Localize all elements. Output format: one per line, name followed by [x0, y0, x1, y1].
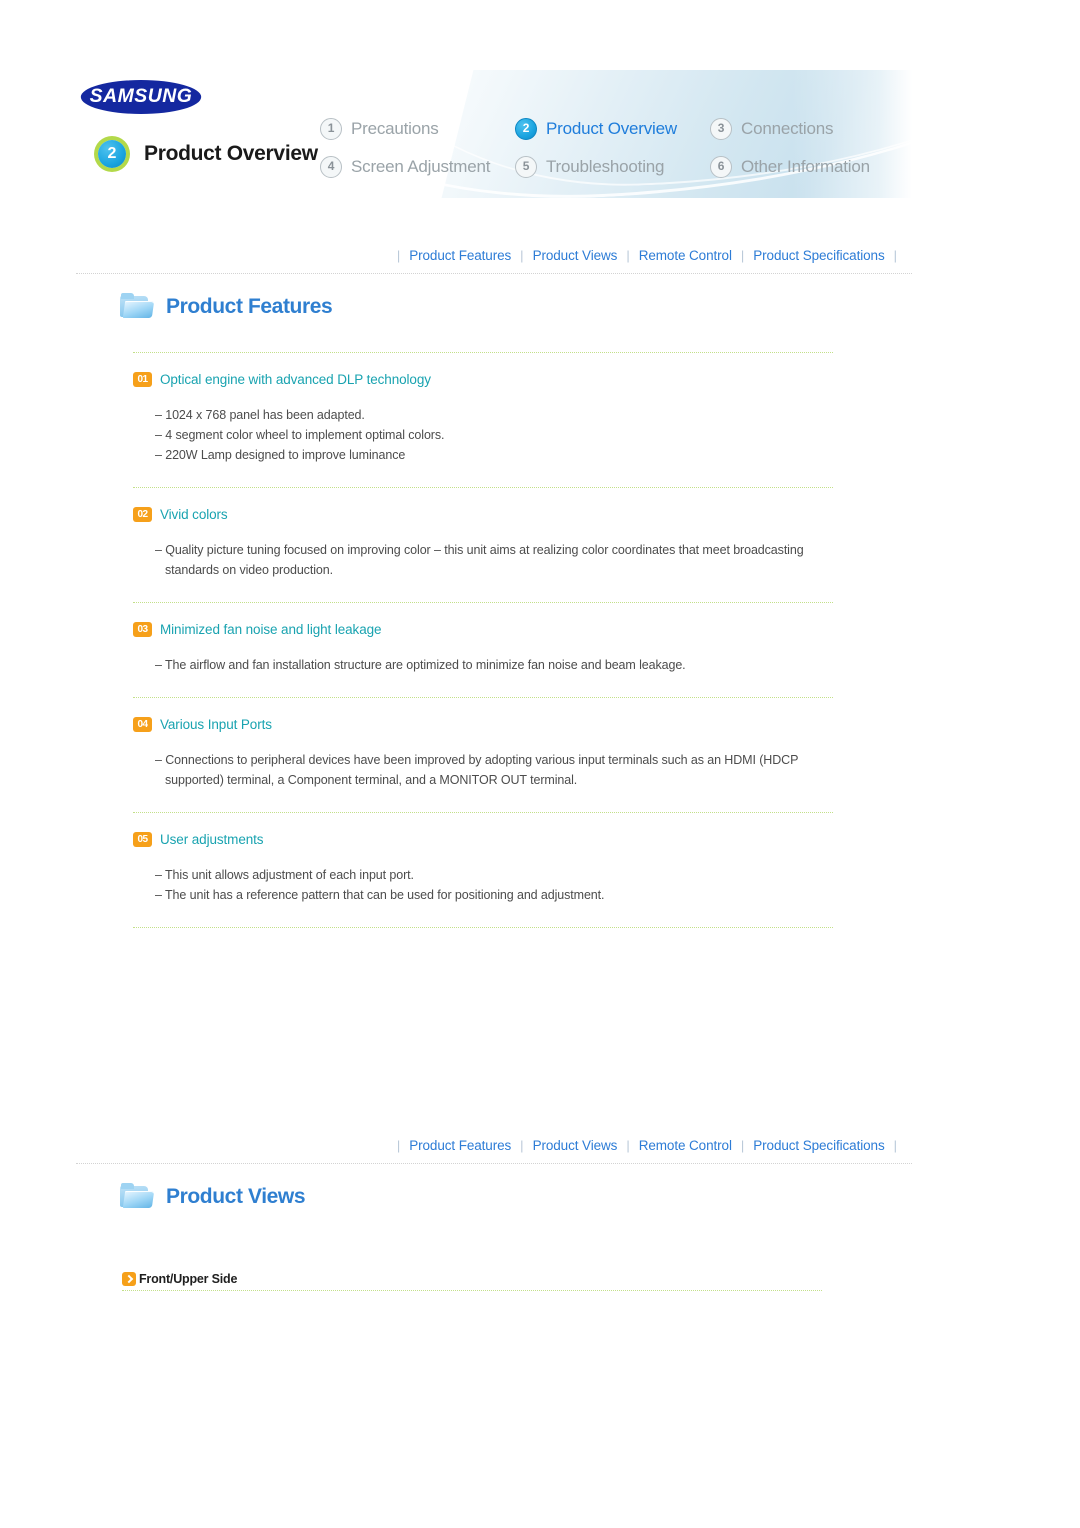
section-heading-product-features: Product Features — [120, 293, 333, 321]
chapter-link-connections[interactable]: 3 Connections — [710, 118, 910, 140]
subnav-separator: | — [740, 1137, 745, 1153]
chapter-link-troubleshooting[interactable]: 5 Troubleshooting — [515, 156, 710, 178]
section-heading-text: Product Features — [166, 295, 333, 318]
feature-number-badge-01: 01 — [133, 372, 152, 387]
feature-number-badge-03: 03 — [133, 622, 152, 637]
feature-line: – The airflow and fan installation struc… — [155, 658, 686, 672]
chapter-number-icon-1: 1 — [320, 118, 342, 140]
feature-title-02: Vivid colors — [160, 507, 228, 522]
feature-block-01: 01 Optical engine with advanced DLP tech… — [133, 354, 833, 487]
subnav-separator: | — [740, 247, 745, 263]
feature-body-05: – This unit allows adjustment of each in… — [133, 847, 833, 927]
subnav-separator: | — [520, 247, 524, 263]
feature-header-03: 03 Minimized fan noise and light leakage — [133, 604, 833, 637]
feature-block-04: 04 Various Input Ports – Connections to … — [133, 699, 833, 812]
subnav-links-top: | Product Features | Product Views | Rem… — [76, 243, 912, 267]
chapter-navigation: 1 Precautions 2 Product Overview 3 Conne… — [320, 118, 910, 178]
chapter-link-other-information[interactable]: 6 Other Information — [710, 156, 910, 178]
subnav-separator: | — [626, 1137, 630, 1153]
subnav-divider-bottom — [76, 1163, 912, 1165]
subnav-separator: | — [626, 247, 630, 263]
chevron-right-icon — [122, 1272, 136, 1286]
chapter-number-icon-3: 3 — [710, 118, 732, 140]
feature-line: – The unit has a reference pattern that … — [155, 888, 605, 902]
feature-number-badge-02: 02 — [133, 507, 152, 522]
subblock-label: Front/Upper Side — [139, 1272, 238, 1286]
feature-header-05: 05 User adjustments — [133, 814, 833, 847]
chapter-link-product-overview[interactable]: 2 Product Overview — [515, 118, 710, 140]
feature-body-04: – Connections to peripheral devices have… — [133, 732, 833, 812]
subnav-divider-top — [76, 273, 912, 275]
product-features-content: 01 Optical engine with advanced DLP tech… — [133, 352, 833, 929]
subnav-link-product-features-top[interactable]: Product Features — [409, 248, 511, 263]
feature-number-badge-04: 04 — [133, 717, 152, 732]
samsung-logo: SAMSUNG — [80, 80, 202, 114]
feature-header-02: 02 Vivid colors — [133, 489, 833, 522]
subnav-links-bottom: | Product Features | Product Views | Rem… — [76, 1133, 912, 1157]
subnav-separator: | — [893, 247, 897, 263]
chapter-number-icon-5: 5 — [515, 156, 537, 178]
subnav-link-product-views-top[interactable]: Product Views — [533, 248, 618, 263]
feature-title-05: User adjustments — [160, 832, 264, 847]
chapter-label-6: Other Information — [741, 157, 870, 176]
subnav-separator: | — [396, 247, 401, 263]
subnav-link-product-specifications-bottom[interactable]: Product Specifications — [753, 1138, 884, 1153]
page-title: Product Overview — [144, 142, 318, 165]
subnav-separator: | — [893, 1137, 897, 1153]
product-views-subblock: Front/Upper Side — [122, 1272, 822, 1292]
subnav-link-product-views-bottom[interactable]: Product Views — [533, 1138, 618, 1153]
feature-line: – 4 segment color wheel to implement opt… — [155, 428, 445, 442]
subnav-separator: | — [520, 1137, 524, 1153]
feature-body-01: – 1024 x 768 panel has been adapted. – 4… — [133, 387, 833, 487]
folder-icon — [120, 1183, 155, 1211]
feature-line: – Connections to peripheral devices have… — [155, 753, 802, 787]
feature-block-02: 02 Vivid colors – Quality picture tuning… — [133, 489, 833, 602]
chapter-number-icon-6: 6 — [710, 156, 732, 178]
subnav-link-remote-control-bottom[interactable]: Remote Control — [639, 1138, 732, 1153]
feature-number-badge-05: 05 — [133, 832, 152, 847]
feature-body-03: – The airflow and fan installation struc… — [133, 637, 833, 697]
chapter-label-5: Troubleshooting — [546, 157, 665, 176]
subnav-link-remote-control-top[interactable]: Remote Control — [639, 248, 732, 263]
feature-line: – 220W Lamp designed to improve luminanc… — [155, 448, 406, 462]
chapter-number-icon-4: 4 — [320, 156, 342, 178]
chapter-number-icon-2: 2 — [515, 118, 537, 140]
subnav-link-product-features-bottom[interactable]: Product Features — [409, 1138, 511, 1153]
feature-header-01: 01 Optical engine with advanced DLP tech… — [133, 354, 833, 387]
subnav-bottom: | Product Features | Product Views | Rem… — [76, 1133, 912, 1165]
section-heading-product-views: Product Views — [120, 1183, 306, 1211]
feature-body-02: – Quality picture tuning focused on impr… — [133, 522, 833, 602]
feature-title-04: Various Input Ports — [160, 717, 272, 732]
current-chapter-marker: 2 Product Overview — [98, 140, 318, 168]
subnav-link-product-specifications-top[interactable]: Product Specifications — [753, 248, 884, 263]
feature-title-03: Minimized fan noise and light leakage — [160, 622, 382, 637]
subblock-header-front-upper-side: Front/Upper Side — [122, 1272, 822, 1290]
folder-icon — [120, 293, 155, 321]
feature-divider — [133, 927, 833, 929]
feature-title-01: Optical engine with advanced DLP technol… — [160, 372, 431, 387]
chapter-label-3: Connections — [741, 119, 834, 138]
subnav-separator: | — [396, 1137, 401, 1153]
chapter-link-screen-adjustment[interactable]: 4 Screen Adjustment — [320, 156, 515, 178]
section-heading-text: Product Views — [166, 1185, 306, 1208]
feature-line: – Quality picture tuning focused on impr… — [155, 543, 807, 577]
chapter-link-precautions[interactable]: 1 Precautions — [320, 118, 515, 140]
feature-line: – 1024 x 768 panel has been adapted. — [155, 408, 365, 422]
chapter-label-2: Product Overview — [546, 119, 677, 138]
current-chapter-number: 2 — [98, 140, 126, 168]
feature-block-05: 05 User adjustments – This unit allows a… — [133, 814, 833, 927]
chapter-label-1: Precautions — [351, 119, 439, 138]
feature-header-04: 04 Various Input Ports — [133, 699, 833, 732]
subnav-top: | Product Features | Product Views | Rem… — [76, 243, 912, 275]
chapter-label-4: Screen Adjustment — [351, 157, 491, 176]
subblock-divider — [122, 1290, 822, 1292]
feature-block-03: 03 Minimized fan noise and light leakage… — [133, 604, 833, 697]
feature-line: – This unit allows adjustment of each in… — [155, 868, 414, 882]
